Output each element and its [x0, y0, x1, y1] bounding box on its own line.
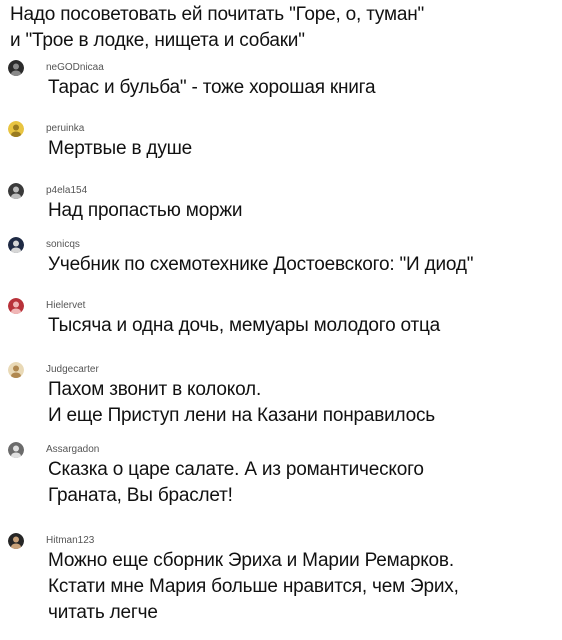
user-avatar-icon[interactable] — [8, 533, 24, 549]
comment-line: Тысяча и одна дочь, мемуары молодого отц… — [48, 315, 441, 336]
comment-line: читать легче — [48, 602, 158, 623]
user-avatar-icon[interactable] — [8, 298, 24, 314]
comment-author[interactable]: peruinka — [46, 122, 84, 135]
intro-line-1: Надо посоветовать ей почитать "Горе, о, … — [10, 4, 425, 25]
comment-body: Пахом звонит в колокол. И еще Приступ ле… — [48, 377, 435, 429]
comment-line: И еще Приступ лени на Казани понравилось — [48, 405, 436, 426]
comment-author[interactable]: Hitman123 — [46, 534, 94, 547]
comment-author[interactable]: neGODnicaa — [46, 61, 104, 74]
user-avatar-icon[interactable] — [8, 362, 24, 378]
comment-line: Граната, Вы браслет! — [48, 485, 233, 506]
comment-body: Тарас и бульба" - тоже хорошая книга — [48, 75, 376, 101]
comment-author[interactable]: Assargadon — [46, 443, 99, 456]
comment-body: Сказка о царе салате. А из романтическог… — [48, 457, 424, 509]
comment-body: Над пропастью моржи — [48, 198, 242, 224]
user-avatar-icon[interactable] — [8, 121, 24, 137]
comment-author[interactable]: p4ela154 — [46, 184, 87, 197]
comment-line: Сказка о царе салате. А из романтическог… — [48, 459, 424, 480]
comment-body: Можно еще сборник Эриха и Марии Ремарков… — [48, 548, 459, 626]
comment-line: Пахом звонит в колокол. — [48, 379, 262, 400]
comment-author[interactable]: Hielervet — [46, 299, 85, 312]
comment-line: Можно еще сборник Эриха и Марии Ремарков… — [48, 550, 454, 571]
comment-line: Мертвые в душе — [48, 138, 193, 159]
comment-body: Мертвые в душе — [48, 136, 192, 162]
comment-line: Тарас и бульба" - тоже хорошая книга — [48, 77, 376, 98]
user-avatar-icon[interactable] — [8, 183, 24, 199]
comment-author[interactable]: Judgecarter — [46, 363, 99, 376]
comment-body: Учебник по схемотехнике Достоевского: "И… — [48, 252, 473, 278]
comment-line: Учебник по схемотехнике Достоевского: "И… — [48, 254, 474, 275]
comment-line: Над пропастью моржи — [48, 200, 243, 221]
comment-author[interactable]: sonicqs — [46, 238, 80, 251]
comment-line: Кстати мне Мария больше нравится, чем Эр… — [48, 576, 459, 597]
user-avatar-icon[interactable] — [8, 60, 24, 76]
user-avatar-icon[interactable] — [8, 237, 24, 253]
intro-line-2: и "Трое в лодке, нищета и собаки" — [10, 30, 305, 51]
comment-body: Тысяча и одна дочь, мемуары молодого отц… — [48, 313, 440, 339]
intro-text: Надо посоветовать ей почитать "Горе, о, … — [10, 2, 424, 54]
user-avatar-icon[interactable] — [8, 442, 24, 458]
